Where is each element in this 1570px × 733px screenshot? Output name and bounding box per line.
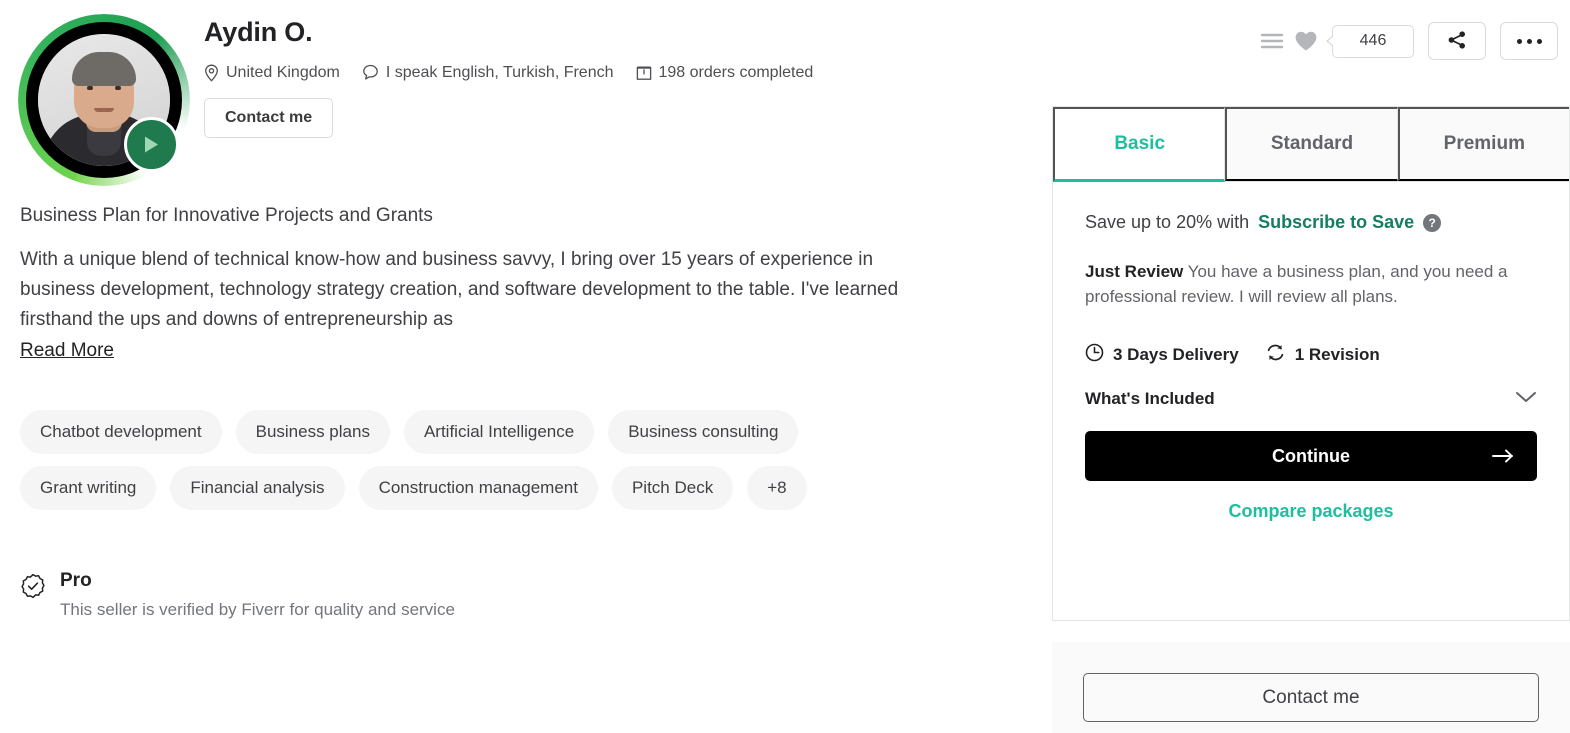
purchase-sidebar: Basic Standard Premium Save up to 20% wi… bbox=[1052, 0, 1570, 733]
seller-header: Aydin O. United Kingdom I speak English,… bbox=[10, 8, 813, 186]
delivery-time: 3 Days Delivery bbox=[1085, 343, 1239, 367]
compare-packages-link[interactable]: Compare packages bbox=[1085, 501, 1537, 522]
seller-orders: 198 orders completed bbox=[636, 63, 814, 82]
contact-me-button-bottom[interactable]: Contact me bbox=[1083, 673, 1539, 722]
seller-languages: I speak English, Turkish, French bbox=[362, 64, 614, 82]
tag-chip[interactable]: Business plans bbox=[235, 410, 390, 454]
subscribe-save-prefix: Save up to 20% with bbox=[1085, 212, 1250, 232]
contact-me-button-top[interactable]: Contact me bbox=[204, 97, 334, 138]
location-pin-icon bbox=[204, 64, 219, 82]
seller-location: United Kingdom bbox=[204, 64, 340, 82]
chat-bubble-icon bbox=[362, 64, 379, 81]
package-card: Basic Standard Premium Save up to 20% wi… bbox=[1052, 106, 1570, 621]
tag-chip-more[interactable]: +8 bbox=[747, 466, 807, 510]
contact-panel: Contact me bbox=[1052, 642, 1570, 733]
subscribe-to-save-row: Save up to 20% with Subscribe to Save ? bbox=[1085, 212, 1537, 233]
pro-subtitle: This seller is verified by Fiverr for qu… bbox=[60, 599, 455, 619]
delivery-time-label: 3 Days Delivery bbox=[1113, 345, 1239, 364]
read-more-link[interactable]: Read More bbox=[20, 340, 114, 362]
gig-title: Business Plan for Innovative Projects an… bbox=[20, 205, 433, 226]
package-description: Just Review You have a business plan, an… bbox=[1085, 259, 1537, 309]
verified-badge-icon bbox=[20, 573, 46, 621]
clock-icon bbox=[1085, 343, 1104, 367]
avatar-photo-eye-left bbox=[87, 86, 93, 90]
gig-description: With a unique blend of technical know-ho… bbox=[20, 248, 899, 330]
help-question-icon[interactable]: ? bbox=[1423, 213, 1442, 232]
whats-included-label: What's Included bbox=[1085, 389, 1215, 408]
seller-meta: Aydin O. United Kingdom I speak English,… bbox=[204, 8, 813, 138]
tag-chip[interactable]: Chatbot development bbox=[20, 410, 222, 454]
subscribe-to-save-link[interactable]: Subscribe to Save bbox=[1258, 212, 1414, 233]
arrow-right-icon bbox=[1491, 448, 1515, 464]
refresh-icon bbox=[1265, 343, 1286, 367]
chevron-down-icon bbox=[1515, 389, 1537, 409]
gig-description-block: Business Plan for Innovative Projects an… bbox=[20, 205, 920, 362]
tag-chip[interactable]: Artificial Intelligence bbox=[403, 410, 595, 454]
seller-name: Aydin O. bbox=[204, 17, 313, 47]
continue-label: Continue bbox=[1272, 445, 1350, 466]
revisions: 1 Revision bbox=[1265, 343, 1380, 367]
tab-basic[interactable]: Basic bbox=[1053, 107, 1226, 182]
tag-chip[interactable]: Business consulting bbox=[608, 410, 799, 454]
package-tabs: Basic Standard Premium bbox=[1053, 107, 1569, 182]
continue-button[interactable]: Continue bbox=[1085, 431, 1537, 481]
tag-chip[interactable]: Pitch Deck bbox=[611, 466, 734, 510]
revisions-label: 1 Revision bbox=[1294, 345, 1380, 364]
play-icon[interactable] bbox=[124, 117, 179, 172]
seller-location-label: United Kingdom bbox=[226, 63, 340, 81]
tab-standard[interactable]: Standard bbox=[1225, 107, 1398, 181]
avatar[interactable] bbox=[10, 8, 190, 186]
tag-chip[interactable]: Construction management bbox=[358, 466, 598, 510]
tag-chip[interactable]: Financial analysis bbox=[170, 466, 345, 510]
profile-main-column: Aydin O. United Kingdom I speak English,… bbox=[0, 0, 1040, 733]
pro-verification-block: Pro This seller is verified by Fiverr fo… bbox=[20, 570, 455, 621]
avatar-photo-eye-right bbox=[115, 86, 121, 90]
seller-languages-label: I speak English, Turkish, French bbox=[385, 63, 614, 81]
seller-orders-label: 198 orders completed bbox=[658, 63, 814, 81]
pro-text-group: Pro This seller is verified by Fiverr fo… bbox=[60, 570, 455, 621]
tag-chip[interactable]: Grant writing bbox=[20, 466, 157, 510]
pro-title: Pro bbox=[60, 570, 92, 591]
package-facts: 3 Days Delivery 1 Revision bbox=[1085, 343, 1537, 367]
seller-stats: United Kingdom I speak English, Turkish,… bbox=[204, 64, 813, 82]
avatar-photo-mouth bbox=[94, 108, 114, 112]
orders-box-icon bbox=[636, 64, 652, 81]
whats-included-toggle[interactable]: What's Included bbox=[1085, 389, 1537, 409]
gig-tag-list: Chatbot development Business plans Artif… bbox=[20, 410, 900, 510]
package-name: Just Review bbox=[1085, 262, 1184, 281]
tab-premium[interactable]: Premium bbox=[1397, 107, 1569, 181]
package-body: Save up to 20% with Subscribe to Save ? … bbox=[1053, 182, 1569, 522]
